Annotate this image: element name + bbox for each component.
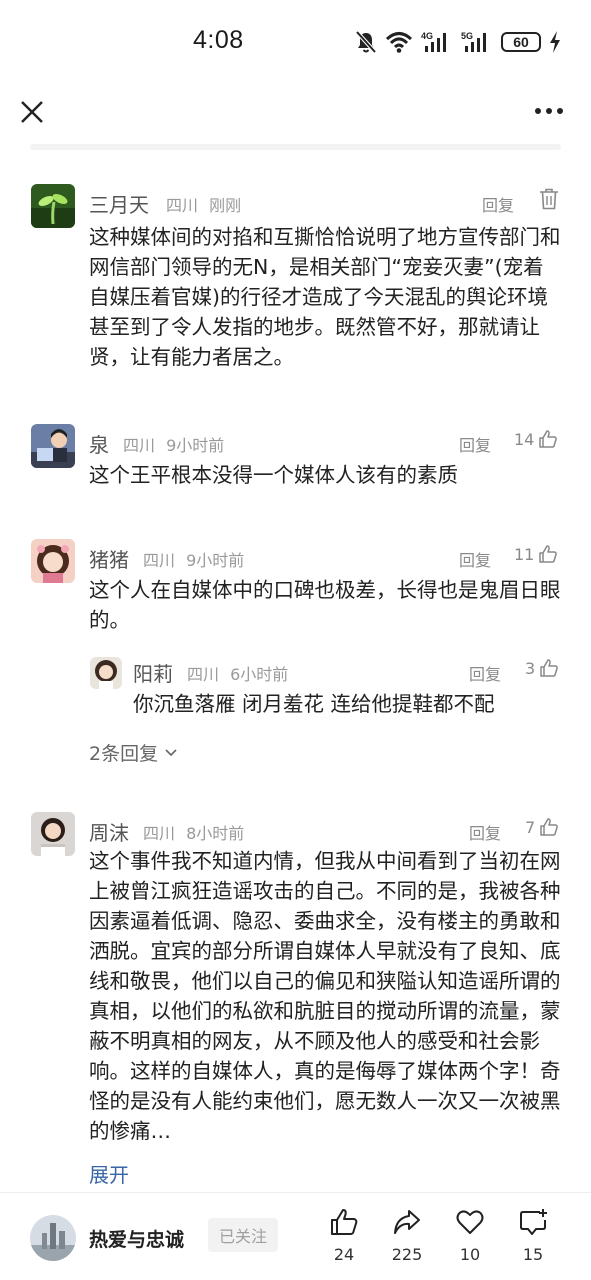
comment-button[interactable]: 15 [503,1207,563,1264]
favorite-button[interactable]: 10 [440,1207,500,1264]
comment-author-name[interactable]: 泉 [89,429,109,458]
like-count: 24 [333,1245,355,1264]
like-button[interactable]: 14 [514,429,558,449]
signal-5g-icon: 5G [461,30,493,54]
avatar[interactable] [31,539,75,583]
comment-text: 这个人在自媒体中的口碑也极差，长得也是鬼眉日眼的。 [89,578,561,632]
expand-comment-link[interactable]: 展开 [89,1159,129,1188]
more-dot-icon [557,108,563,114]
avatar[interactable] [31,424,75,468]
close-icon [21,101,43,123]
comment-count: 15 [522,1245,544,1264]
like-count: 3 [525,658,536,678]
comment-author-name[interactable]: 三月天 [89,189,149,218]
top-navigation [0,84,591,144]
bottom-action-bar: 热爱与忠诚 已关注 24 225 10 15 [0,1192,591,1280]
comment-location: 四川 [143,551,176,570]
delete-button[interactable] [539,188,559,214]
like-count: 11 [514,544,535,564]
like-button[interactable]: 7 [525,817,559,837]
comment-text: 这个王平根本没得一个媒体人该有的素质 [89,463,458,487]
svg-text:5G: 5G [461,31,473,41]
avatar[interactable] [31,184,75,228]
comment-text: 这个事件我不知道内情，但我从中间看到了当初在网上被曾江疯狂造谣攻击的自己。不同的… [89,849,561,1143]
comment-time: 9小时前 [166,436,225,455]
reply-author-name[interactable]: 阳莉 [133,658,173,687]
like-button[interactable]: 3 [525,658,559,678]
like-count: 14 [514,429,535,449]
author-name[interactable]: 热爱与忠诚 [89,1225,184,1252]
thumbs-up-icon [540,818,559,836]
divider [30,144,561,150]
signal-4g-icon: 4G [421,30,453,54]
svg-text:4G: 4G [421,31,433,41]
like-button[interactable]: 11 [514,544,558,564]
favorite-count: 10 [459,1245,481,1264]
comment-location: 四川 [123,436,156,455]
thumbs-up-icon [540,659,559,677]
share-count: 225 [391,1245,423,1264]
status-icons: 4G 5G 60 [355,30,561,54]
more-dot-icon [535,108,541,114]
heart-icon [456,1210,484,1234]
more-dot-icon [546,108,552,114]
reply-meta: 四川 6小时前 [187,661,288,685]
thumbs-up-icon [539,545,558,563]
comment-meta: 四川 8小时前 [143,820,244,844]
reply-location: 四川 [187,665,220,684]
comment-text: 这种媒体间的对掐和互撕恰恰说明了地方宣传部门和网信部门领导的无N，是相关部门“宠… [89,225,561,369]
comment-meta: 四川 9小时前 [143,547,244,571]
reply-button[interactable]: 回复 [469,820,501,844]
reply-button[interactable]: 回复 [459,547,491,571]
comment-meta: 四川 刚刚 [166,192,241,216]
comment-location: 四川 [166,196,199,215]
status-time: 4:08 [193,26,244,54]
comment-time: 9小时前 [186,551,245,570]
reply-button[interactable]: 回复 [469,661,501,685]
like-count: 7 [525,817,536,837]
battery-indicator: 60 [501,32,541,52]
follow-button[interactable]: 已关注 [208,1218,278,1252]
thumbs-up-icon [539,430,558,448]
more-replies-button[interactable]: 2条回复 [89,739,178,766]
avatar[interactable] [90,657,122,689]
comment-meta: 四川 9小时前 [123,432,224,456]
avatar[interactable] [31,812,75,856]
reply-button[interactable]: 回复 [482,192,514,216]
comment-add-icon [520,1209,547,1235]
status-bar: 4:08 4G 5G 60 [0,0,591,84]
more-options-button[interactable] [529,96,569,126]
trash-icon [540,188,558,210]
share-icon [394,1210,420,1234]
comment-author-name[interactable]: 猪猪 [89,544,129,573]
author-avatar[interactable] [30,1215,76,1261]
more-replies-label: 2条回复 [89,743,159,765]
charging-icon [549,31,561,53]
reply-button[interactable]: 回复 [459,432,491,456]
thumbs-up-icon [331,1209,358,1235]
comment-author-name[interactable]: 周沫 [89,817,129,846]
comment-time: 8小时前 [186,824,245,843]
wifi-icon [385,31,413,53]
comment-location: 四川 [143,824,176,843]
comment-time: 刚刚 [209,196,242,215]
reply-text: 你沉鱼落雁 闭月羞花 连给他提鞋都不配 [133,692,495,716]
mute-icon [355,30,377,54]
reply-time: 6小时前 [230,665,289,684]
close-button[interactable] [14,94,50,130]
like-article-button[interactable]: 24 [314,1207,374,1264]
chevron-down-icon [165,748,177,756]
share-button[interactable]: 225 [377,1207,437,1264]
